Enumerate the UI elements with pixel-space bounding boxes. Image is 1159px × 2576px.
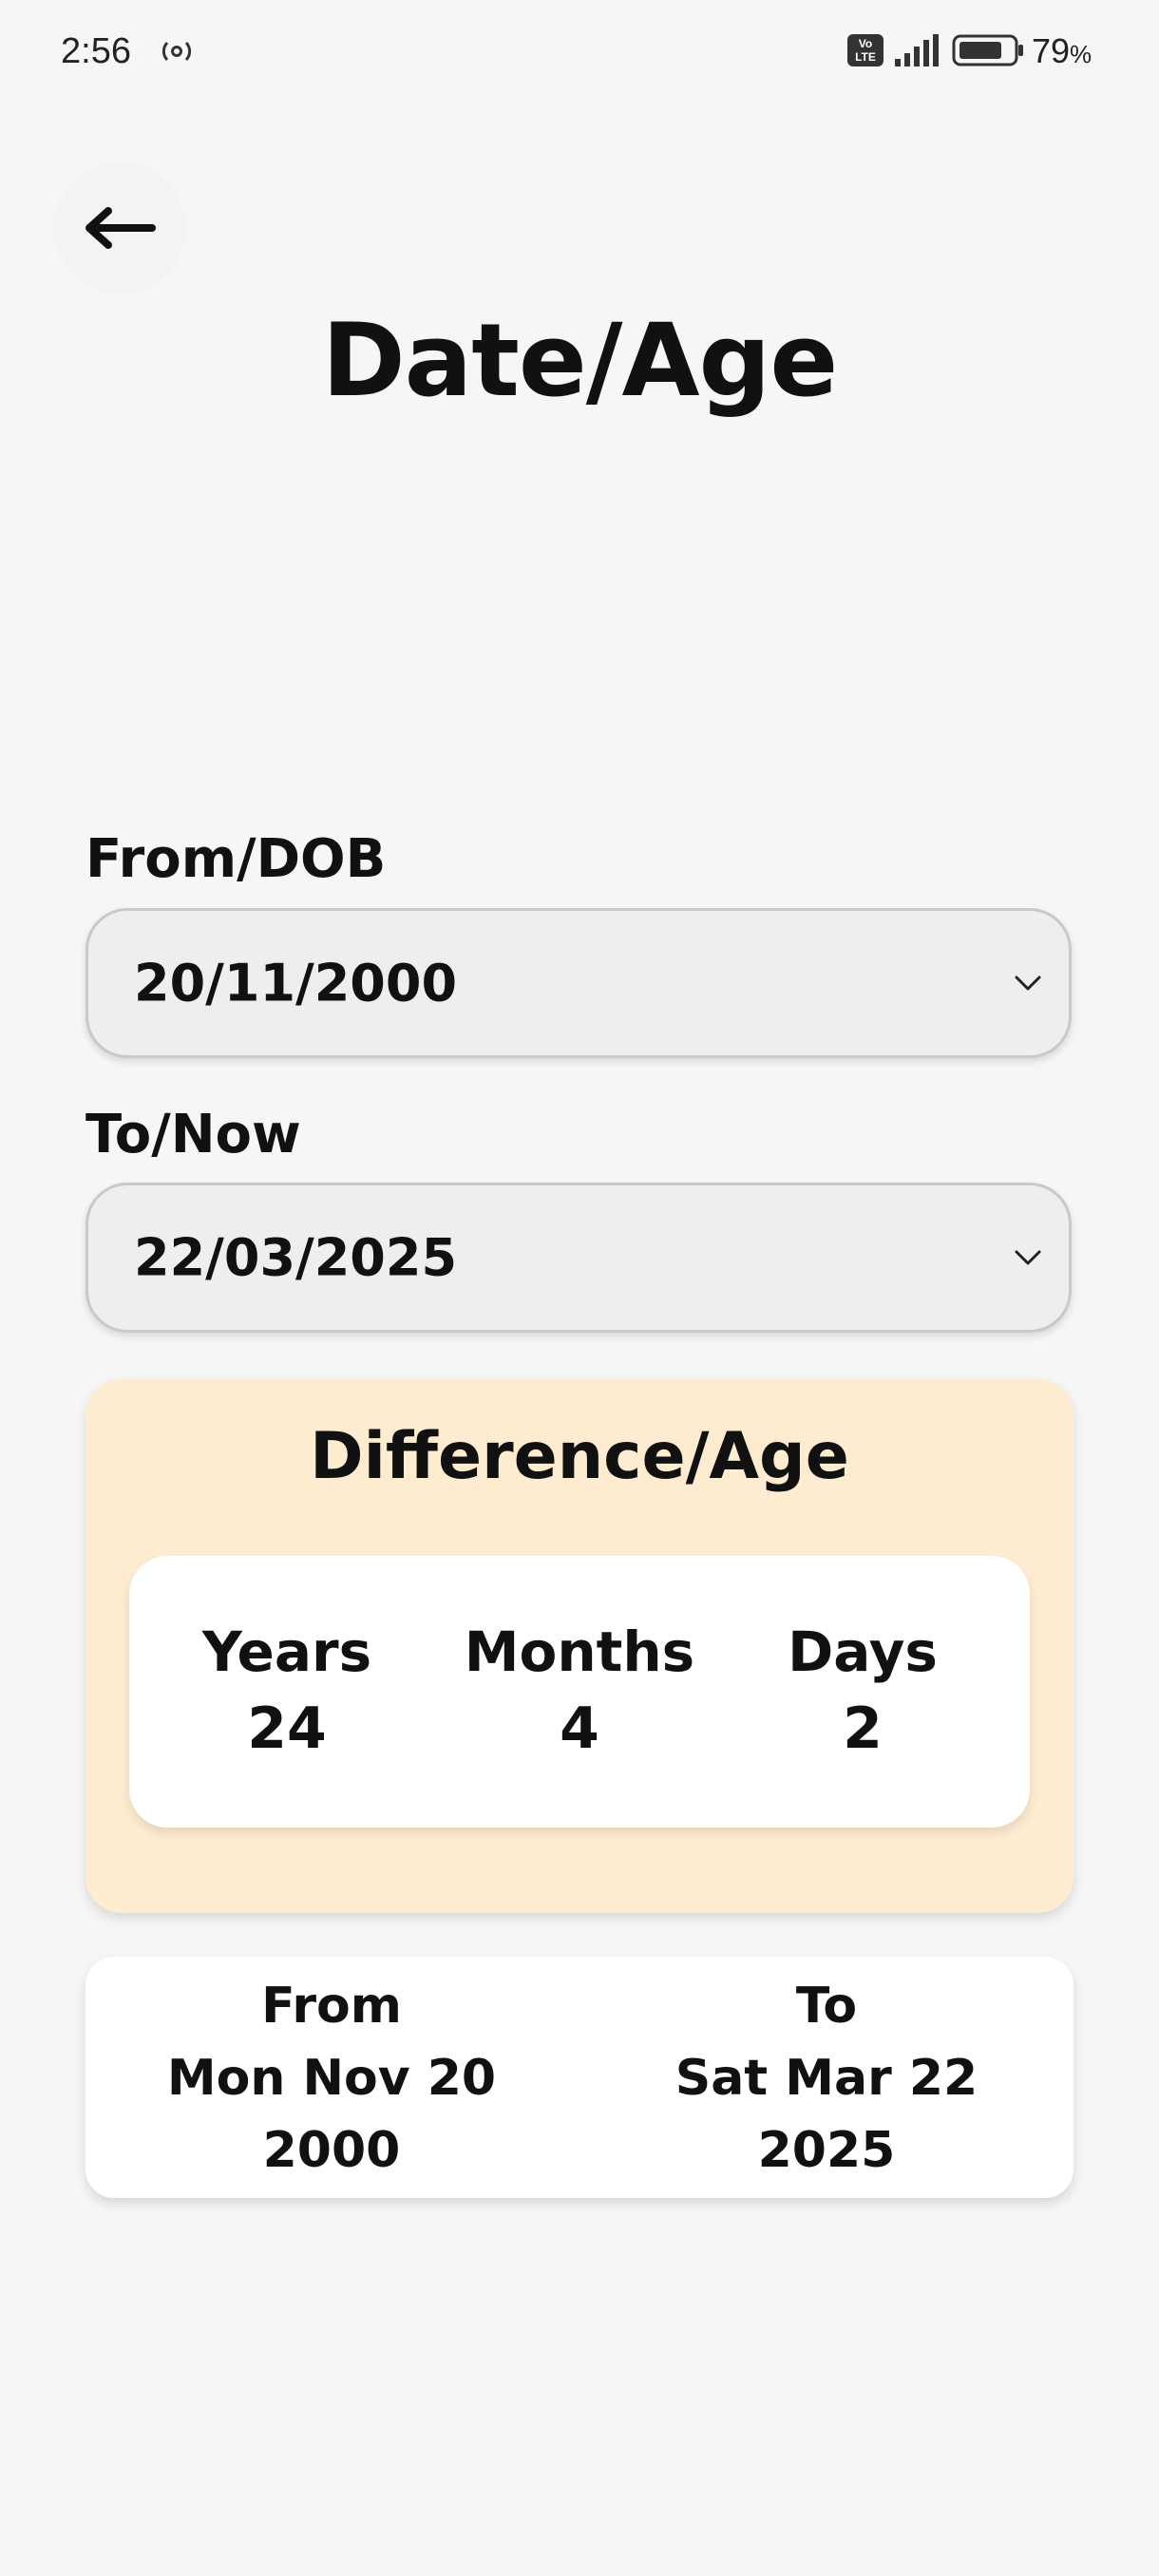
years-value: 24 <box>247 1695 327 1762</box>
battery-icon <box>952 34 1023 66</box>
from-date-select[interactable]: 20/11/2000 <box>86 908 1072 1058</box>
signal-icon <box>895 34 939 66</box>
volte-icon: Vo LTE <box>847 34 884 66</box>
to-label: To/Now <box>86 1104 301 1165</box>
page-title: Date/Age <box>321 302 839 419</box>
days-value: 2 <box>843 1695 883 1762</box>
years-label: Years <box>201 1619 372 1684</box>
range-to-year: 2025 <box>757 2122 896 2179</box>
status-bar: 2:56 Vo LTE 79% <box>0 0 1159 104</box>
arrow-left-icon <box>86 207 156 249</box>
days-label: Days <box>788 1619 938 1684</box>
range-from-column: From Mon Nov 20 2000 <box>123 1970 541 2187</box>
hotspot-icon <box>162 41 192 62</box>
battery-percent: 79% <box>1032 31 1092 70</box>
back-button[interactable] <box>53 161 186 294</box>
range-to-weekday-date: Sat Mar 22 <box>674 2050 978 2107</box>
months-label: Months <box>464 1619 695 1684</box>
range-from-label: From <box>261 1978 402 2035</box>
from-label: From/DOB <box>86 828 387 890</box>
date-range-card: From Mon Nov 20 2000 To Sat Mar 22 2025 <box>86 1957 1074 2198</box>
years-column: Years 24 <box>154 1615 420 1769</box>
to-date-select[interactable]: 22/03/2025 <box>86 1183 1072 1333</box>
chevron-down-icon <box>1015 975 1041 991</box>
range-to-label: To <box>795 1978 858 2035</box>
difference-title: Difference/Age <box>310 1419 849 1494</box>
difference-values-panel: Years 24 Months 4 Days 2 <box>129 1556 1030 1828</box>
chevron-down-icon <box>1015 1250 1041 1265</box>
months-value: 4 <box>560 1695 599 1762</box>
to-date-value: 22/03/2025 <box>134 1227 458 1288</box>
range-from-year: 2000 <box>262 2122 401 2179</box>
range-to-column: To Sat Mar 22 2025 <box>618 1970 1036 2187</box>
range-from-weekday-date: Mon Nov 20 <box>166 2050 497 2107</box>
difference-card: Difference/Age Years 24 Months 4 Days 2 <box>86 1379 1074 1913</box>
days-column: Days 2 <box>730 1615 996 1769</box>
status-time: 2:56 <box>61 31 131 71</box>
months-column: Months 4 <box>446 1615 712 1769</box>
from-date-value: 20/11/2000 <box>134 953 458 1013</box>
